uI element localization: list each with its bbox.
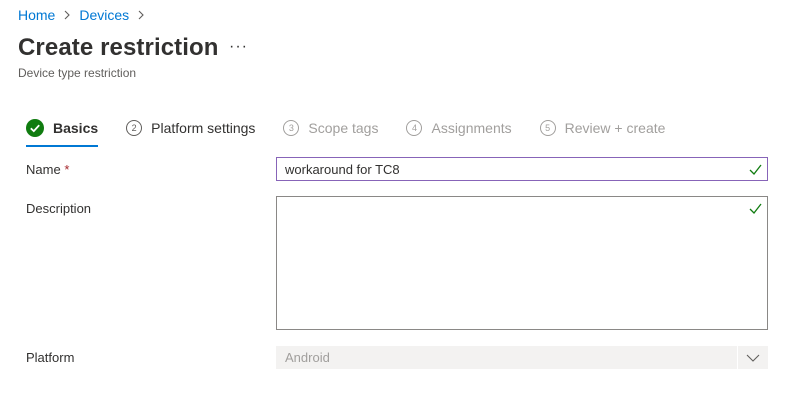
breadcrumb-home[interactable]: Home: [18, 7, 55, 23]
tab-platform-settings-label: Platform settings: [151, 120, 256, 136]
platform-dropdown[interactable]: Android: [276, 346, 768, 369]
step-number-badge: 5: [539, 120, 556, 136]
tab-scope-tags: 3 Scope tags: [283, 116, 378, 140]
page-subtitle: Device type restriction: [18, 66, 137, 80]
wizard-steps: Basics 2 Platform settings 3 Scope tags …: [26, 116, 693, 147]
page-title: Create restriction: [18, 34, 219, 61]
tab-platform-settings[interactable]: 2 Platform settings: [126, 116, 255, 140]
description-textarea[interactable]: [276, 196, 768, 330]
name-label: Name *: [26, 162, 69, 177]
tab-assignments: 4 Assignments: [406, 116, 512, 140]
breadcrumb-devices[interactable]: Devices: [79, 7, 129, 23]
step-number-badge: 2: [126, 120, 143, 136]
tab-basics-label: Basics: [53, 120, 99, 136]
tab-assignments-label: Assignments: [431, 120, 512, 136]
chevron-right-icon: [63, 10, 71, 20]
name-input[interactable]: [276, 157, 768, 181]
more-options-button[interactable]: ···: [229, 38, 248, 56]
required-marker: *: [64, 162, 70, 177]
step-number-badge: 4: [406, 120, 423, 136]
tab-scope-tags-label: Scope tags: [308, 120, 379, 136]
checkmark-icon: [749, 203, 762, 214]
check-circle-icon: [26, 119, 44, 137]
chevron-right-icon: [137, 10, 145, 20]
tab-basics[interactable]: Basics: [26, 116, 99, 147]
description-label: Description: [26, 201, 92, 216]
tab-review-create: 5 Review + create: [539, 116, 666, 140]
name-label-text: Name: [26, 162, 61, 177]
platform-selected-value: Android: [285, 350, 330, 365]
platform-label: Platform: [26, 350, 75, 365]
breadcrumb: Home Devices: [18, 7, 153, 23]
checkmark-icon: [749, 164, 762, 175]
step-number-badge: 3: [283, 120, 300, 136]
chevron-down-icon: [737, 346, 768, 369]
tab-review-create-label: Review + create: [564, 120, 666, 136]
